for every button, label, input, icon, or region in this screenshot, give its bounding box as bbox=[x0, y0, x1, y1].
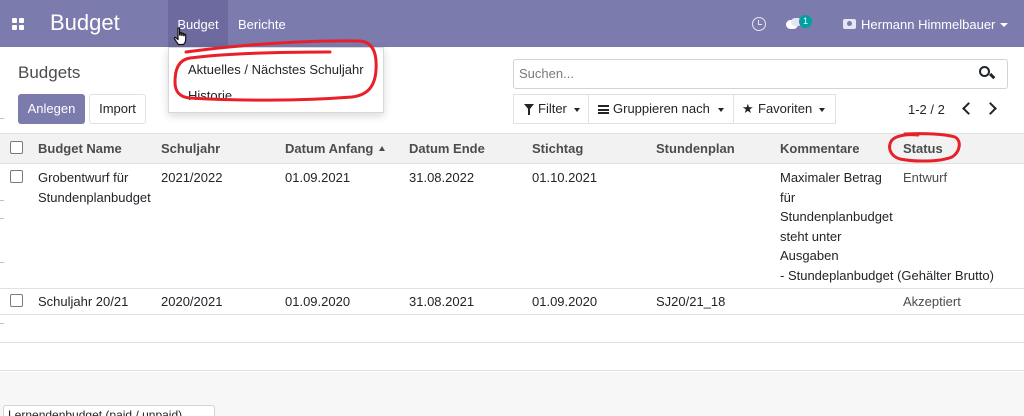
budget-dropdown-menu: Aktuelles / Nächstes Schuljahr Historie bbox=[168, 47, 384, 113]
search-box[interactable] bbox=[513, 59, 1008, 89]
caret-down-icon bbox=[574, 108, 580, 112]
cell-stundenplan: SJ20/21_18 bbox=[656, 294, 726, 309]
star-icon: ★ bbox=[742, 101, 754, 116]
caret-down-icon[interactable] bbox=[1000, 23, 1008, 27]
group-icon bbox=[598, 105, 609, 114]
camera-icon[interactable] bbox=[843, 19, 856, 29]
search-icon[interactable] bbox=[979, 66, 996, 82]
column-budget-name[interactable]: Budget Name bbox=[38, 141, 122, 156]
row-checkbox[interactable] bbox=[10, 294, 23, 307]
user-menu[interactable]: Hermann Himmelbauer bbox=[861, 17, 995, 32]
header-divider bbox=[0, 163, 1024, 164]
chat-count-badge: 1 bbox=[799, 15, 812, 28]
menu-item-current-year[interactable]: Aktuelles / Nächstes Schuljahr bbox=[188, 62, 364, 77]
select-all-checkbox[interactable] bbox=[10, 141, 23, 154]
column-stichtag[interactable]: Stichtag bbox=[532, 141, 583, 156]
cell-schuljahr: 2021/2022 bbox=[161, 170, 223, 185]
column-kommentare[interactable]: Kommentare bbox=[780, 141, 859, 156]
caret-down-icon bbox=[819, 108, 825, 112]
row-checkbox[interactable] bbox=[10, 170, 23, 183]
sort-ascending-icon bbox=[379, 146, 386, 151]
filter-button[interactable]: Filter bbox=[513, 94, 589, 124]
cell-datum-ende: 31.08.2021 bbox=[409, 294, 475, 309]
table-bottom-border bbox=[0, 370, 1024, 371]
chevron-left-icon[interactable] bbox=[959, 101, 973, 115]
cell-status: Entwurf bbox=[903, 170, 948, 185]
menu-item-history[interactable]: Historie bbox=[188, 88, 232, 103]
cell-schuljahr: 2020/2021 bbox=[161, 294, 223, 309]
column-datum-anfang[interactable]: Datum Anfang bbox=[285, 141, 386, 156]
create-button[interactable]: Anlegen bbox=[18, 94, 85, 124]
menu-berichte[interactable]: Berichte bbox=[230, 0, 294, 47]
chevron-right-icon[interactable] bbox=[985, 101, 999, 115]
row-divider bbox=[0, 314, 1024, 315]
cell-budget-name: Grobentwurf für Stundenplanbudget bbox=[38, 170, 151, 205]
row-divider bbox=[0, 288, 1024, 289]
hand-cursor-icon bbox=[173, 27, 187, 46]
app-brand: Budget bbox=[50, 10, 120, 35]
cell-stichtag: 01.09.2020 bbox=[532, 294, 598, 309]
pager-value[interactable]: 1-2 / 2 bbox=[908, 102, 945, 117]
clock-icon[interactable] bbox=[752, 17, 766, 31]
table-header bbox=[0, 134, 1024, 163]
top-navbar: Budget Budget Berichte 1 Hermann Himmelb… bbox=[0, 0, 1024, 47]
chat-preview[interactable]: Lernendenbudget (paid / unpaid) bbox=[3, 405, 215, 416]
row-divider bbox=[0, 342, 1024, 343]
column-status[interactable]: Status bbox=[903, 141, 943, 156]
cell-kommentar: Maximaler Betrag für Stundenplanbudget s… bbox=[780, 170, 994, 283]
page-title: Budgets bbox=[18, 63, 81, 82]
search-input[interactable] bbox=[519, 66, 969, 81]
cell-datum-anfang: 01.09.2021 bbox=[285, 170, 351, 185]
favorites-button[interactable]: ★ Favoriten bbox=[733, 94, 836, 124]
cell-status: Akzeptiert bbox=[903, 294, 961, 309]
apps-icon[interactable] bbox=[12, 18, 24, 30]
cell-stichtag: 01.10.2021 bbox=[532, 170, 598, 185]
column-stundenplan[interactable]: Stundenplan bbox=[656, 141, 735, 156]
cell-datum-anfang: 01.09.2020 bbox=[285, 294, 351, 309]
caret-down-icon bbox=[718, 108, 724, 112]
filter-icon bbox=[524, 104, 534, 115]
column-schuljahr[interactable]: Schuljahr bbox=[161, 141, 220, 156]
column-datum-ende[interactable]: Datum Ende bbox=[409, 141, 485, 156]
import-button[interactable]: Import bbox=[89, 94, 146, 124]
group-by-button[interactable]: Gruppieren nach bbox=[588, 94, 734, 124]
cell-budget-name: Schuljahr 20/21 bbox=[38, 294, 129, 309]
cell-datum-ende: 31.08.2022 bbox=[409, 170, 475, 185]
